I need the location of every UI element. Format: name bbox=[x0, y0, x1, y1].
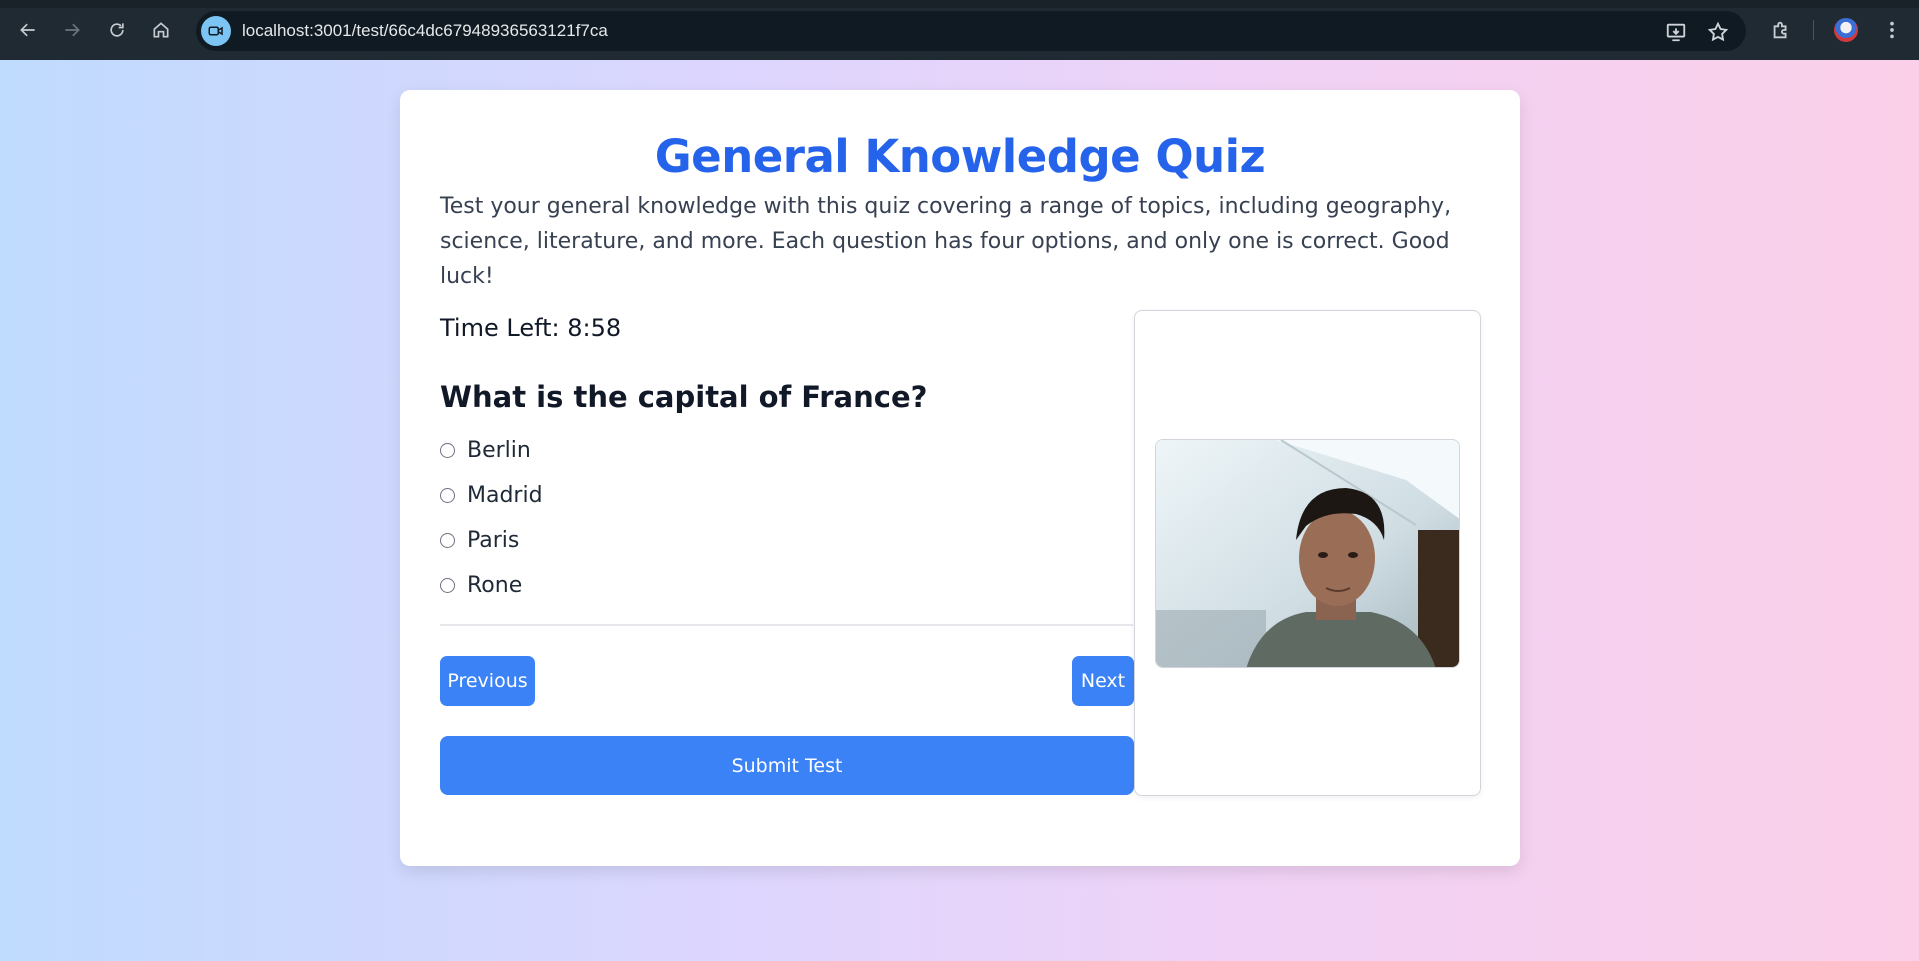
webcam-panel bbox=[1134, 310, 1481, 796]
address-bar[interactable]: localhost:3001/test/66c4dc67948936563121… bbox=[196, 11, 1746, 51]
quiz-title: General Knowledge Quiz bbox=[654, 130, 1266, 183]
option-rone[interactable]: Rone bbox=[440, 563, 543, 608]
option-madrid[interactable]: Madrid bbox=[440, 473, 543, 518]
next-button[interactable]: Next bbox=[1072, 656, 1134, 706]
bookmark-star-icon[interactable] bbox=[1706, 20, 1730, 44]
option-label: Berlin bbox=[467, 438, 531, 463]
webcam-feed bbox=[1155, 439, 1460, 668]
option-label: Paris bbox=[467, 528, 520, 553]
question-text: What is the capital of France? bbox=[440, 380, 928, 414]
reload-icon[interactable] bbox=[103, 16, 131, 44]
option-radio[interactable] bbox=[440, 443, 455, 458]
install-app-icon[interactable] bbox=[1664, 20, 1688, 44]
time-left: Time Left: 8:58 bbox=[440, 314, 622, 342]
back-icon[interactable] bbox=[14, 16, 42, 44]
toolbar-divider bbox=[1813, 20, 1814, 40]
quiz-description: Test your general knowledge with this qu… bbox=[440, 194, 1452, 289]
page-background: General Knowledge Quiz Test your general… bbox=[0, 60, 1919, 961]
forward-icon[interactable] bbox=[58, 16, 86, 44]
webcam-person-image bbox=[1156, 440, 1459, 667]
more-menu-icon[interactable] bbox=[1878, 16, 1906, 44]
tab-strip bbox=[0, 0, 1919, 8]
option-berlin[interactable]: Berlin bbox=[440, 428, 543, 473]
camera-in-use-icon[interactable] bbox=[201, 16, 231, 46]
option-label: Rone bbox=[467, 573, 523, 598]
option-radio[interactable] bbox=[440, 488, 455, 503]
browser-toolbar: localhost:3001/test/66c4dc67948936563121… bbox=[0, 0, 1919, 60]
extensions-icon[interactable] bbox=[1767, 16, 1795, 44]
option-paris[interactable]: Paris bbox=[440, 518, 543, 563]
home-icon[interactable] bbox=[147, 16, 175, 44]
option-radio[interactable] bbox=[440, 533, 455, 548]
url-text[interactable]: localhost:3001/test/66c4dc67948936563121… bbox=[242, 21, 608, 41]
option-radio[interactable] bbox=[440, 578, 455, 593]
submit-test-button[interactable]: Submit Test bbox=[440, 736, 1134, 795]
previous-button[interactable]: Previous bbox=[440, 656, 535, 706]
profile-avatar-icon[interactable] bbox=[1834, 18, 1858, 42]
answer-options: Berlin Madrid Paris Rone bbox=[440, 428, 543, 608]
quiz-card: General Knowledge Quiz Test your general… bbox=[400, 90, 1520, 866]
divider bbox=[440, 624, 1133, 626]
option-label: Madrid bbox=[467, 483, 543, 508]
